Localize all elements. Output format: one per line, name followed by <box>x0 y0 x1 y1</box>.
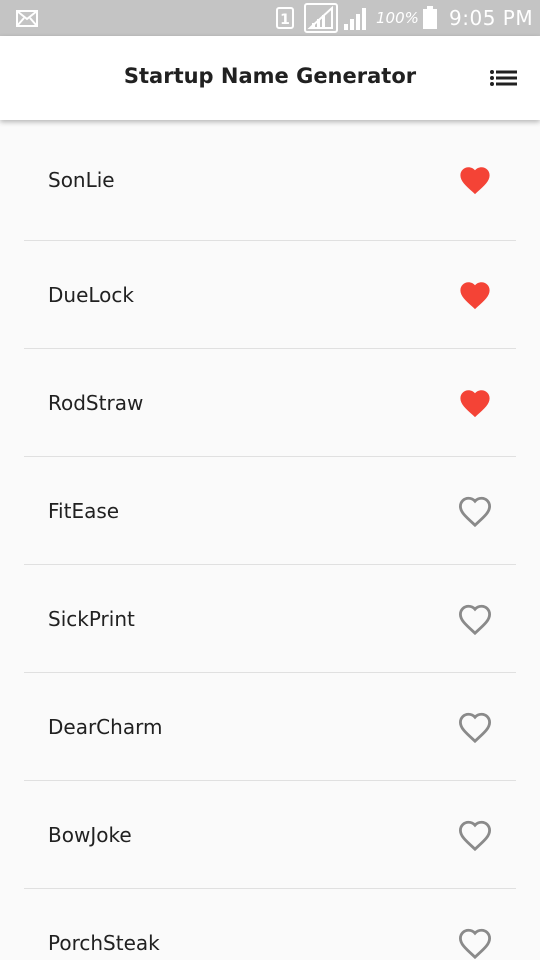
page-title: Startup Name Generator <box>123 64 417 88</box>
startup-name: RodStraw <box>48 390 144 415</box>
startup-name: SickPrint <box>48 606 135 631</box>
signal-icon <box>304 3 338 33</box>
svg-text:1: 1 <box>280 12 290 28</box>
heart-outline-icon[interactable] <box>458 495 492 527</box>
sim-icon: 1 <box>276 7 294 29</box>
heart-icon[interactable] <box>458 387 492 419</box>
startup-name: FitEase <box>48 498 120 523</box>
app-bar: Startup Name Generator <box>0 36 540 120</box>
heart-outline-icon[interactable] <box>458 927 492 959</box>
signal-icon <box>344 8 366 30</box>
heart-outline-icon[interactable] <box>458 603 492 635</box>
list-item[interactable]: FitEase <box>24 457 516 565</box>
list-item[interactable]: BowJoke <box>24 781 516 889</box>
list-item[interactable]: DueLock <box>24 241 516 349</box>
heart-outline-icon[interactable] <box>458 819 492 851</box>
battery-icon <box>423 6 437 29</box>
list-item[interactable]: SonLie <box>24 120 516 241</box>
heart-icon[interactable] <box>458 279 492 311</box>
list-item[interactable]: PorchSteak <box>24 889 516 960</box>
status-time: 9:05 PM <box>449 6 534 30</box>
list-icon <box>490 70 517 86</box>
list-item[interactable]: SickPrint <box>24 565 516 673</box>
startup-name: PorchSteak <box>48 930 160 955</box>
heart-icon[interactable] <box>458 164 492 196</box>
status-bar: 1 100% 9:05 PM <box>0 0 540 36</box>
saved-list-button[interactable] <box>484 60 524 96</box>
startup-name: DueLock <box>48 282 134 307</box>
startup-name: BowJoke <box>48 822 132 847</box>
battery-percent: 100% <box>376 9 419 27</box>
list-item[interactable]: DearCharm <box>24 673 516 781</box>
list-item[interactable]: RodStraw <box>24 349 516 457</box>
startup-name: DearCharm <box>48 714 163 739</box>
heart-outline-icon[interactable] <box>458 711 492 743</box>
mail-icon <box>16 10 38 27</box>
startup-name-list: SonLie DueLock RodStraw FitEase SickPrin… <box>0 120 540 960</box>
startup-name: SonLie <box>48 168 115 192</box>
